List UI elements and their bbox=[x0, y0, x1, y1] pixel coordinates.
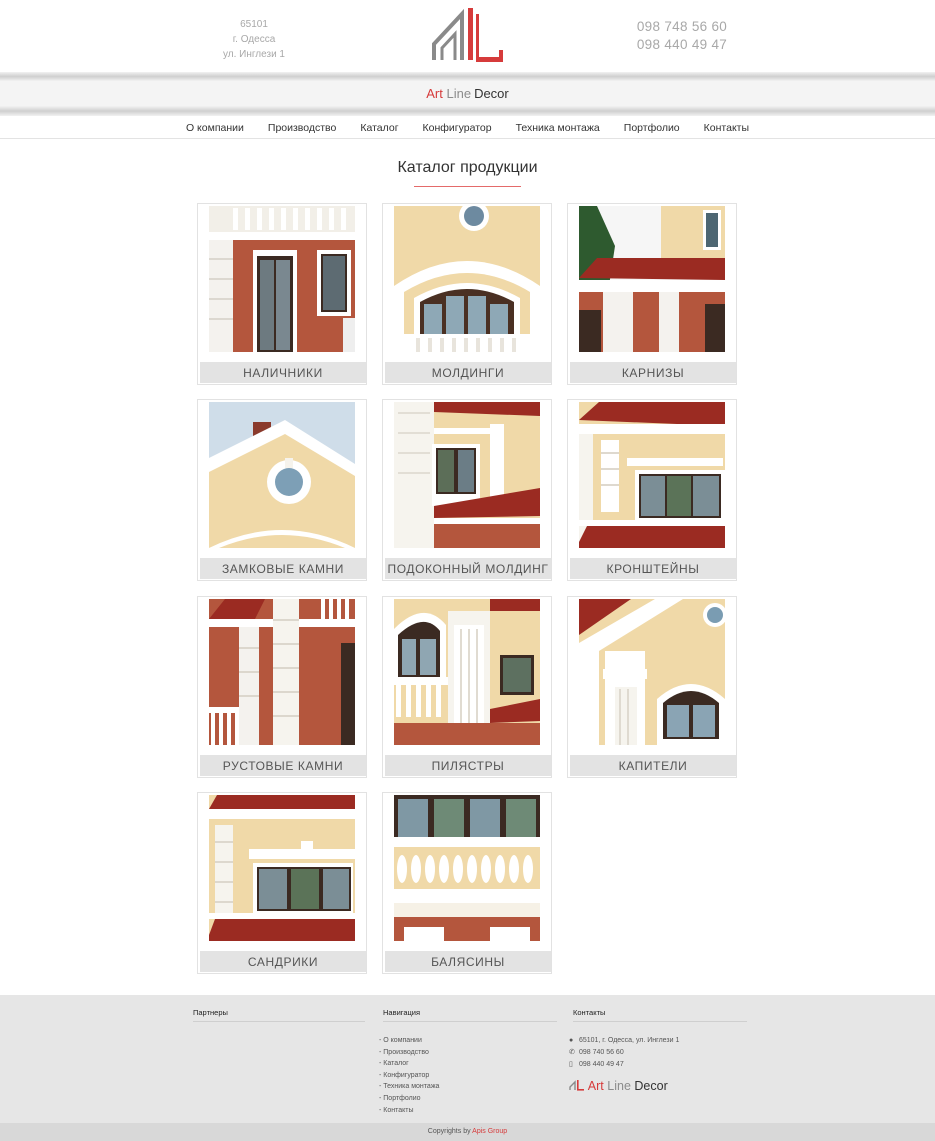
footer-brand-line: Line bbox=[607, 1079, 631, 1094]
nav-contacts[interactable]: Контакты bbox=[704, 116, 749, 138]
product-label: КРОНШТЕЙНЫ bbox=[570, 558, 736, 579]
catalog-card-pilyastry[interactable]: ПИЛЯСТРЫ bbox=[382, 596, 552, 778]
catalog-card-kronshteiny[interactable]: КРОНШТЕЙНЫ bbox=[567, 399, 737, 581]
footer-contact-phone2: ▯ 098 440 49 47 bbox=[569, 1059, 747, 1071]
product-image bbox=[209, 795, 355, 941]
product-label: ПИЛЯСТРЫ bbox=[385, 755, 551, 776]
footer-navigation: Навигация - О компании - Производство - … bbox=[379, 1008, 557, 1116]
footer-nav-list: - О компании - Производство - Каталог - … bbox=[379, 1035, 557, 1116]
catalog-card-moldingi[interactable]: МОЛДИНГИ bbox=[382, 203, 552, 385]
copyright-company-link[interactable]: Apis Group bbox=[472, 1128, 507, 1135]
product-image bbox=[394, 206, 540, 352]
footer-nav-title: Навигация bbox=[383, 1008, 557, 1022]
phone-1[interactable]: 098 748 56 60 bbox=[612, 18, 752, 36]
brand-decor: Decor bbox=[474, 86, 509, 101]
footer-link-production[interactable]: - Производство bbox=[379, 1047, 557, 1059]
product-label: БАЛЯСИНЫ bbox=[385, 951, 551, 972]
catalog-card-zamkovye-kamni[interactable]: ЗАМКОВЫЕ КАМНИ bbox=[197, 399, 367, 581]
footer: Партнеры Навигация - О компании - Произв… bbox=[0, 995, 935, 1123]
copyright-bar: Copyrights by Apis Group bbox=[0, 1123, 935, 1141]
product-label: НАЛИЧНИКИ bbox=[200, 362, 366, 383]
header-address: 65101 г. Одесса ул. Инглези 1 bbox=[200, 17, 308, 62]
page-title: Каталог продукции bbox=[397, 159, 538, 176]
footer-link-installation[interactable]: - Техника монтажа bbox=[379, 1081, 557, 1093]
product-label: ПОДОКОННЫЙ МОЛДИНГ bbox=[385, 558, 551, 579]
logo-mark[interactable] bbox=[428, 6, 508, 66]
brand-art: Art bbox=[426, 86, 443, 101]
nav-portfolio[interactable]: Портфолио bbox=[624, 116, 680, 138]
footer-link-about[interactable]: - О компании bbox=[379, 1035, 557, 1047]
product-image bbox=[209, 402, 355, 548]
footer-logo-icon bbox=[569, 1080, 584, 1091]
main-nav: О компании Производство Каталог Конфигур… bbox=[0, 116, 935, 139]
map-marker-icon: ● bbox=[569, 1037, 574, 1044]
footer-phone1-text[interactable]: 098 740 56 60 bbox=[579, 1049, 624, 1056]
product-label: РУСТОВЫЕ КАМНИ bbox=[200, 755, 366, 776]
address-city: г. Одесса bbox=[232, 34, 276, 45]
product-image bbox=[579, 402, 725, 548]
product-label: МОЛДИНГИ bbox=[385, 362, 551, 383]
phone-2[interactable]: 098 440 49 47 bbox=[612, 36, 752, 54]
product-image bbox=[209, 206, 355, 352]
header-phones: 098 748 56 60 098 440 49 47 bbox=[612, 18, 752, 54]
product-image bbox=[394, 402, 540, 548]
footer-link-catalog[interactable]: - Каталог bbox=[379, 1058, 557, 1070]
address-zip: 65101 bbox=[240, 19, 268, 30]
product-label: ЗАМКОВЫЕ КАМНИ bbox=[200, 558, 366, 579]
phone-icon: ✆ bbox=[569, 1048, 575, 1056]
footer-brand-art: Art bbox=[587, 1079, 604, 1094]
nav-configurator[interactable]: Конфигуратор bbox=[423, 116, 492, 138]
catalog-card-karnizy[interactable]: КАРНИЗЫ bbox=[567, 203, 737, 385]
mobile-icon: ▯ bbox=[569, 1060, 573, 1068]
nav-catalog[interactable]: Каталог bbox=[360, 116, 398, 138]
brand-line: Line bbox=[446, 86, 472, 101]
footer-link-configurator[interactable]: - Конфигуратор bbox=[379, 1070, 557, 1082]
header-top: 65101 г. Одесса ул. Инглези 1 098 748 56… bbox=[0, 0, 935, 72]
product-image bbox=[394, 599, 540, 745]
footer-contact-list: ● 65101, г. Одесса, ул. Инглези 1 ✆ 098 … bbox=[569, 1035, 747, 1070]
product-image bbox=[579, 206, 725, 352]
footer-brand-decor: Decor bbox=[634, 1079, 668, 1094]
footer-link-portfolio[interactable]: - Портфолио bbox=[379, 1093, 557, 1105]
footer-address-text: 65101, г. Одесса, ул. Инглези 1 bbox=[578, 1037, 680, 1044]
product-label: САНДРИКИ bbox=[200, 951, 366, 972]
catalog-card-sandriki[interactable]: САНДРИКИ bbox=[197, 792, 367, 974]
band-stripe-bottom bbox=[0, 106, 935, 116]
footer-contacts-title: Контакты bbox=[573, 1008, 747, 1022]
product-image bbox=[209, 599, 355, 745]
product-image bbox=[579, 599, 725, 745]
footer-contact-address: ● 65101, г. Одесса, ул. Инглези 1 bbox=[569, 1035, 747, 1047]
product-label: КАРНИЗЫ bbox=[570, 362, 736, 383]
brand-name: Art Line Decor bbox=[0, 86, 935, 102]
footer-partners: Партнеры bbox=[193, 1008, 365, 1022]
catalog-card-nalichniki[interactable]: НАЛИЧНИКИ bbox=[197, 203, 367, 385]
product-label: КАПИТЕЛИ bbox=[570, 755, 736, 776]
title-underline bbox=[414, 186, 521, 187]
copyright-prefix: Copyrights by bbox=[427, 1128, 471, 1135]
catalog-card-rustovye-kamni[interactable]: РУСТОВЫЕ КАМНИ bbox=[197, 596, 367, 778]
band-stripe-top bbox=[0, 72, 935, 81]
footer-partners-title: Партнеры bbox=[193, 1008, 365, 1022]
nav-production[interactable]: Производство bbox=[268, 116, 336, 138]
footer-contacts: Контакты ● 65101, г. Одесса, ул. Инглези… bbox=[569, 1008, 747, 1094]
footer-contact-phone1: ✆ 098 740 56 60 bbox=[569, 1047, 747, 1059]
footer-brand: Art Line Decor bbox=[569, 1078, 747, 1094]
footer-phone2-text[interactable]: 098 440 49 47 bbox=[579, 1061, 624, 1068]
address-street: ул. Инглези 1 bbox=[223, 49, 285, 60]
catalog-card-balyasiny[interactable]: БАЛЯСИНЫ bbox=[382, 792, 552, 974]
brand-band: Art Line Decor bbox=[0, 72, 935, 116]
catalog-card-podokonnyi-molding[interactable]: ПОДОКОННЫЙ МОЛДИНГ bbox=[382, 399, 552, 581]
catalog-card-kapiteli[interactable]: КАПИТЕЛИ bbox=[567, 596, 737, 778]
nav-about[interactable]: О компании bbox=[186, 116, 244, 138]
footer-link-contacts[interactable]: - Контакты bbox=[379, 1105, 557, 1117]
nav-installation[interactable]: Техника монтажа bbox=[516, 116, 600, 138]
product-image bbox=[394, 795, 540, 941]
